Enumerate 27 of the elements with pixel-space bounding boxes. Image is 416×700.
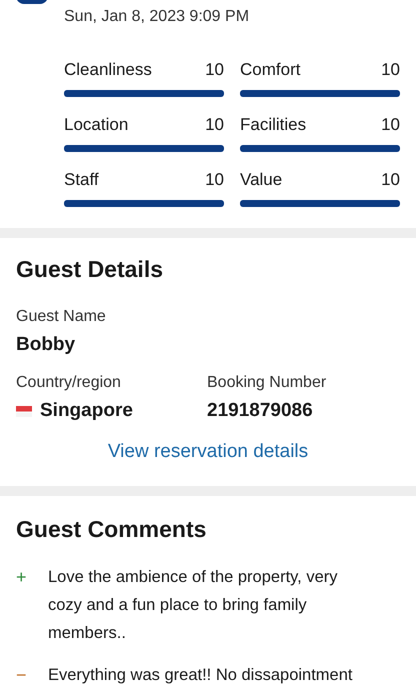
rating-score: 10: [205, 61, 224, 78]
booking-number: 2191879086: [207, 399, 314, 423]
rating-score: 10: [381, 171, 400, 188]
section-title: Guest Details: [16, 255, 164, 284]
flag-icon: [16, 406, 32, 417]
rating-label: Facilities: [240, 116, 306, 133]
rating-label: Location: [64, 116, 128, 133]
field-label: Country/region: [16, 373, 122, 393]
section-title: Guest Comments: [16, 515, 208, 544]
rating-score: 10: [381, 116, 400, 133]
rating-label: Cleanliness: [64, 61, 152, 78]
field-label: Booking Number: [207, 373, 328, 393]
rating-score: 10: [205, 171, 224, 188]
view-reservation-link[interactable]: View reservation details: [108, 438, 308, 466]
review-date: Sun, Jan 8, 2023 9:09 PM: [64, 7, 250, 27]
guest-name: Bobby: [16, 332, 76, 356]
rating-label: Staff: [64, 171, 99, 188]
comment-text: Love the ambience of the property, very cozy and a fun place to bring family members..: [48, 566, 339, 644]
plus-icon: +: [16, 562, 48, 646]
rating-label: Comfort: [240, 61, 300, 78]
minus-icon: −: [16, 660, 48, 688]
country-name: Singapore: [40, 399, 133, 423]
rating-score: 10: [205, 116, 224, 133]
comment-text: Everything was great!! No dissapointment: [48, 664, 354, 686]
rating-label: Value: [240, 171, 282, 188]
field-label: Guest Name: [16, 306, 107, 326]
rating-score: 10: [381, 61, 400, 78]
